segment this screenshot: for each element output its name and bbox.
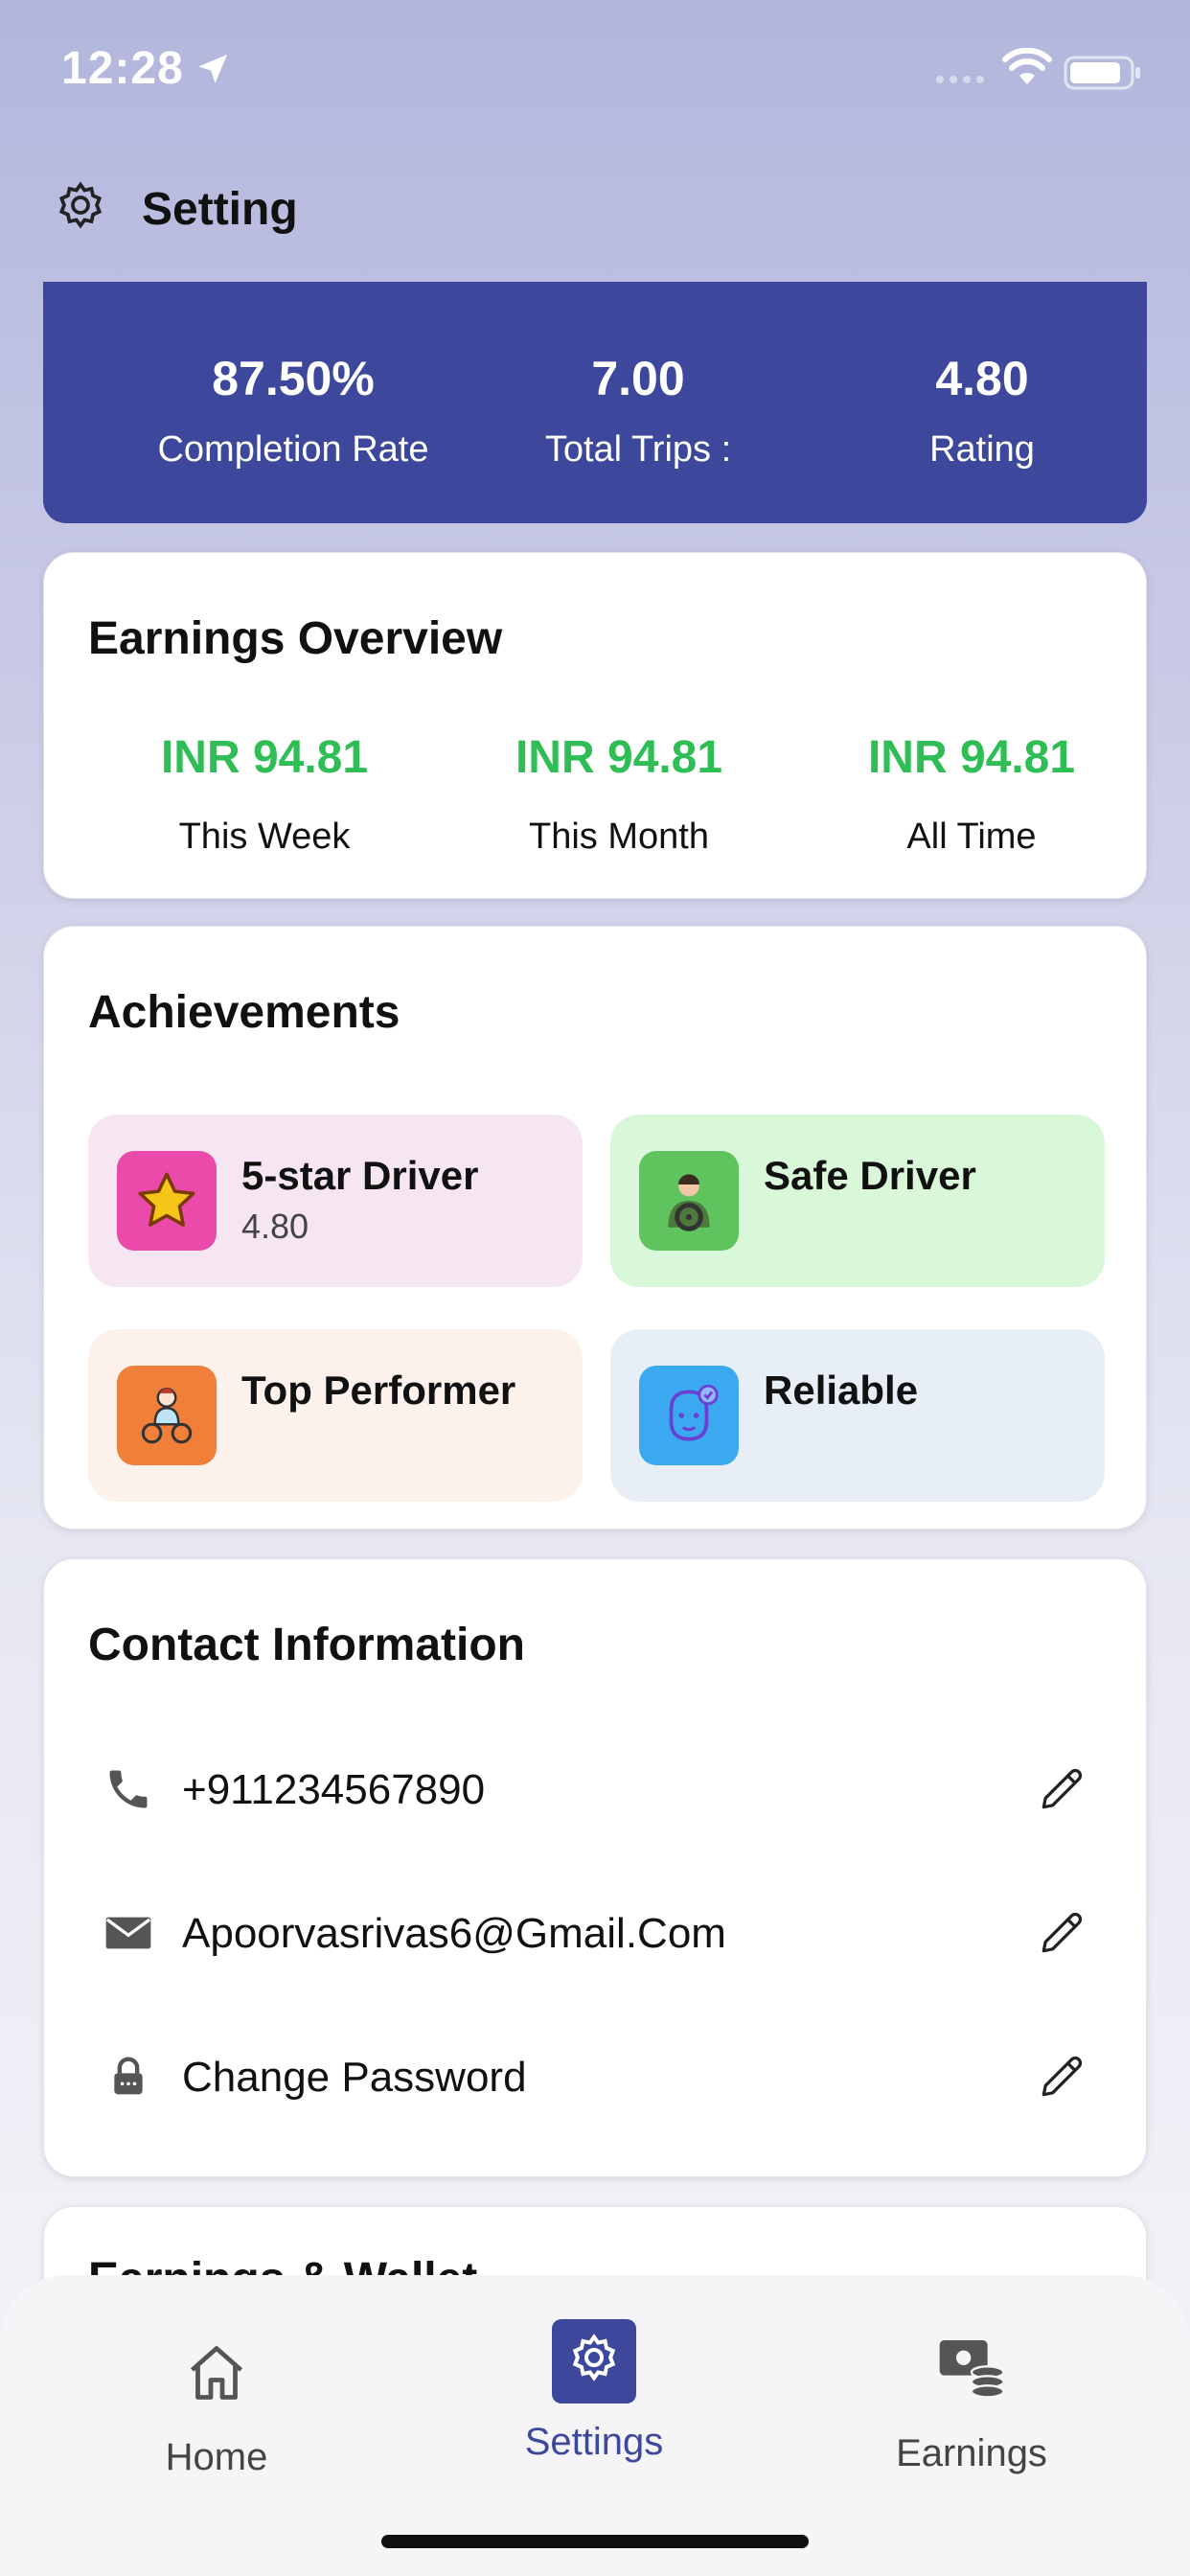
- earnings-amount: INR 94.81: [515, 732, 723, 783]
- tab-label: Earnings: [896, 2432, 1047, 2474]
- steering-driver-icon: [639, 1151, 739, 1251]
- wifi-icon: [1002, 48, 1052, 84]
- stat-value: 7.00: [591, 352, 685, 405]
- gear-icon[interactable]: [50, 178, 111, 240]
- earnings-all-time: INR 94.81 All Time: [794, 731, 1149, 858]
- stat-label: Completion Rate: [157, 429, 429, 470]
- earnings-amount: INR 94.81: [867, 732, 1076, 783]
- stat-rating: 4.80 Rating: [800, 351, 1164, 471]
- cellular-signal-icon: [936, 76, 984, 83]
- achievement-title: 5-star Driver: [241, 1153, 479, 1198]
- stat-value: 4.80: [935, 352, 1029, 405]
- contact-phone-text: +911234567890: [182, 1766, 486, 1813]
- achievement-title: Reliable: [764, 1368, 919, 1413]
- achievements-title: Achievements: [88, 987, 400, 1038]
- tab-home[interactable]: Home: [92, 2327, 341, 2479]
- edit-pencil-icon[interactable]: [1035, 1906, 1088, 1960]
- contact-information-card: Contact Information +911234567890 Apoorv…: [43, 1558, 1147, 2177]
- contact-row-phone[interactable]: +911234567890: [44, 1741, 1148, 1837]
- earnings-overview-title: Earnings Overview: [88, 613, 503, 664]
- contact-email-text: Apoorvasrivas6@Gmail.Com: [182, 1910, 726, 1957]
- earnings-period: All Time: [906, 816, 1037, 857]
- wallet-coins-icon: [926, 2323, 1018, 2415]
- achievement-top-performer[interactable]: Top Performer: [88, 1329, 583, 1502]
- stat-label: Rating: [929, 429, 1035, 470]
- page-header: Setting: [50, 178, 298, 240]
- face-badge-icon: [639, 1366, 739, 1465]
- earnings-period: This Week: [178, 816, 351, 857]
- contact-row-email[interactable]: Apoorvasrivas6@Gmail.Com: [44, 1885, 1148, 1981]
- earnings-amount: INR 94.81: [160, 732, 369, 783]
- tab-label: Home: [165, 2436, 268, 2478]
- contact-information-title: Contact Information: [88, 1620, 525, 1670]
- earnings-this-week: INR 94.81 This Week: [87, 731, 442, 858]
- achievement-subtitle: 4.80: [241, 1207, 309, 1246]
- earnings-overview-card: Earnings Overview INR 94.81 This Week IN…: [43, 552, 1147, 899]
- lock-icon: [102, 2050, 155, 2104]
- tab-earnings[interactable]: Earnings: [847, 2323, 1096, 2475]
- edit-pencil-icon[interactable]: [1035, 2050, 1088, 2104]
- achievement-title: Top Performer: [241, 1368, 516, 1413]
- page-title: Setting: [142, 183, 298, 235]
- location-arrow-icon: [198, 55, 227, 83]
- achievement-title: Safe Driver: [764, 1153, 976, 1198]
- bottom-tab-bar: Home Settings Earnings: [0, 2275, 1190, 2576]
- earnings-this-month: INR 94.81 This Month: [442, 731, 796, 858]
- home-indicator: [381, 2535, 809, 2548]
- phone-icon: [102, 1762, 155, 1816]
- star-icon: [117, 1151, 217, 1251]
- status-time: 12:28: [61, 43, 184, 94]
- stat-label: Total Trips :: [544, 429, 732, 470]
- contact-row-password[interactable]: Change Password: [44, 2029, 1148, 2125]
- status-bar: 12:28: [0, 0, 1190, 144]
- tab-label: Settings: [524, 2421, 664, 2463]
- home-icon: [171, 2327, 263, 2419]
- achievement-safe-driver[interactable]: Safe Driver: [610, 1115, 1105, 1287]
- stat-completion-rate: 87.50% Completion Rate: [111, 351, 475, 471]
- tab-settings[interactable]: Settings: [469, 2319, 719, 2464]
- driver-stats-card: 87.50% Completion Rate 7.00 Total Trips …: [43, 282, 1147, 523]
- achievement-reliable[interactable]: Reliable: [610, 1329, 1105, 1502]
- change-password-text: Change Password: [182, 2054, 527, 2101]
- edit-pencil-icon[interactable]: [1035, 1762, 1088, 1816]
- gear-icon: [552, 2319, 636, 2404]
- cyclist-icon: [117, 1366, 217, 1465]
- achievement-5-star-driver[interactable]: 5-star Driver 4.80: [88, 1115, 583, 1287]
- battery-icon: [1064, 56, 1140, 90]
- earnings-period: This Month: [529, 816, 709, 857]
- stat-total-trips: 7.00 Total Trips :: [456, 351, 820, 471]
- achievements-card: Achievements 5-star Driver 4.80 Safe Dri…: [43, 926, 1147, 1530]
- email-icon: [102, 1906, 155, 1960]
- stat-value: 87.50%: [212, 352, 375, 405]
